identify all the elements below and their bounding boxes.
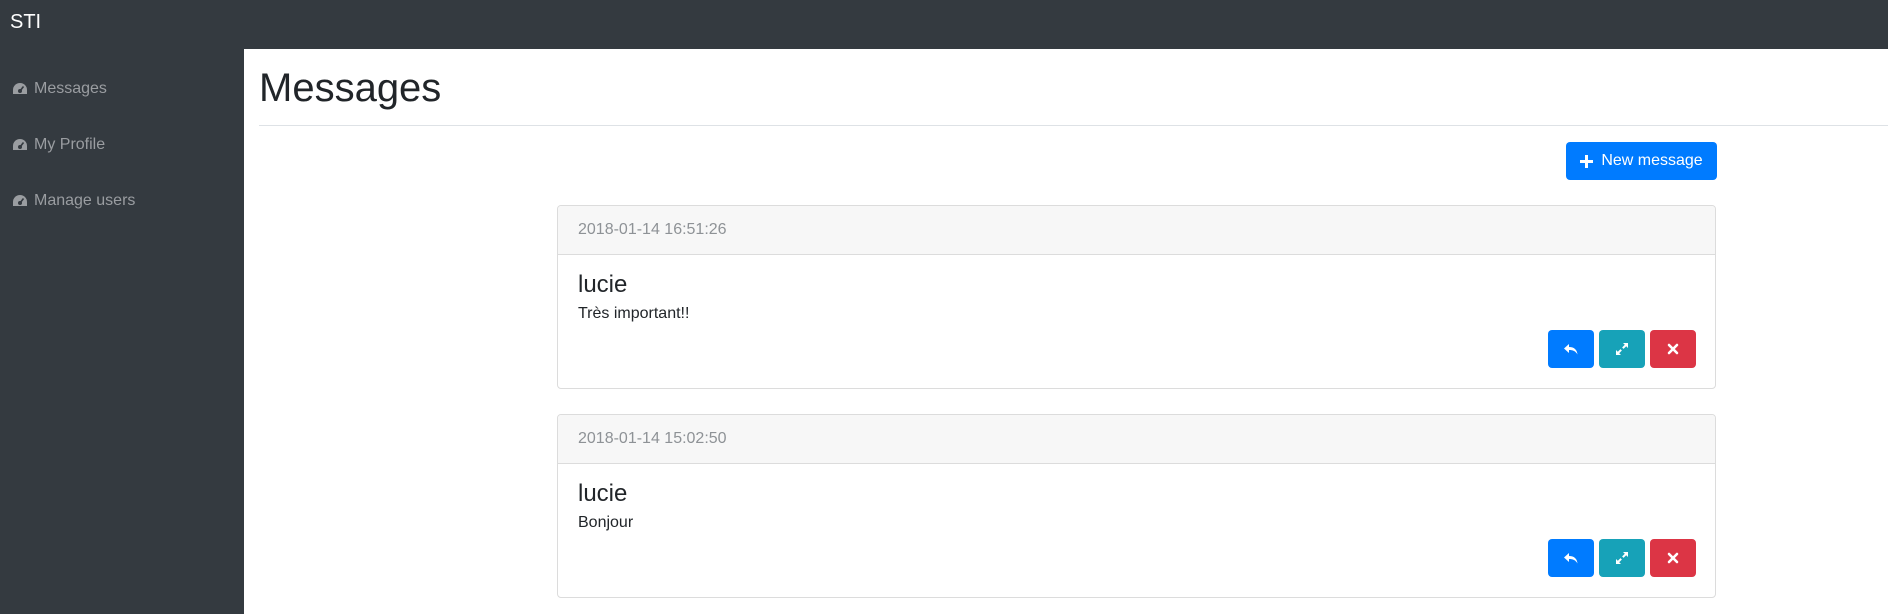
message-card-header: 2018-01-14 15:02:50 — [558, 415, 1715, 464]
message-date: 2018-01-14 15:02:50 — [578, 430, 727, 447]
plus-icon — [1580, 154, 1594, 168]
expand-icon — [1616, 552, 1628, 564]
expand-button[interactable] — [1599, 539, 1645, 577]
page-title: Messages — [259, 66, 442, 110]
message-text: Très important!! — [578, 305, 690, 322]
dashboard-icon — [13, 83, 27, 94]
close-icon — [1667, 552, 1679, 564]
delete-button[interactable] — [1650, 330, 1696, 368]
sidebar-item-label: Manage users — [34, 192, 136, 209]
message-card: 2018-01-14 16:51:26 lucie Très important… — [557, 205, 1716, 389]
sidebar: Messages My Profile Manage users — [0, 49, 244, 614]
top-navbar: STI — [0, 0, 1888, 49]
new-message-button[interactable]: New message — [1566, 142, 1717, 180]
close-icon — [1667, 343, 1679, 355]
sidebar-item-label: My Profile — [34, 136, 106, 153]
sidebar-item-messages[interactable]: Messages — [12, 77, 107, 101]
expand-button[interactable] — [1599, 330, 1645, 368]
sidebar-item-my-profile[interactable]: My Profile — [12, 133, 105, 157]
reply-button[interactable] — [1548, 539, 1594, 577]
message-date: 2018-01-14 16:51:26 — [578, 221, 727, 238]
brand-logo[interactable]: STI — [10, 10, 41, 34]
sidebar-item-manage-users[interactable]: Manage users — [12, 189, 135, 213]
reply-icon — [1564, 344, 1578, 355]
message-author: lucie — [578, 271, 628, 298]
delete-button[interactable] — [1650, 539, 1696, 577]
message-card: 2018-01-14 15:02:50 lucie Bonjour — [557, 414, 1716, 598]
dashboard-icon — [13, 195, 27, 206]
reply-icon — [1564, 553, 1578, 564]
message-author: lucie — [578, 480, 628, 507]
divider — [259, 125, 1888, 126]
reply-button[interactable] — [1548, 330, 1594, 368]
new-message-label: New message — [1601, 152, 1703, 169]
dashboard-icon — [13, 139, 27, 150]
message-card-header: 2018-01-14 16:51:26 — [558, 206, 1715, 255]
expand-icon — [1616, 343, 1628, 355]
message-text: Bonjour — [578, 514, 634, 531]
sidebar-item-label: Messages — [34, 80, 107, 97]
